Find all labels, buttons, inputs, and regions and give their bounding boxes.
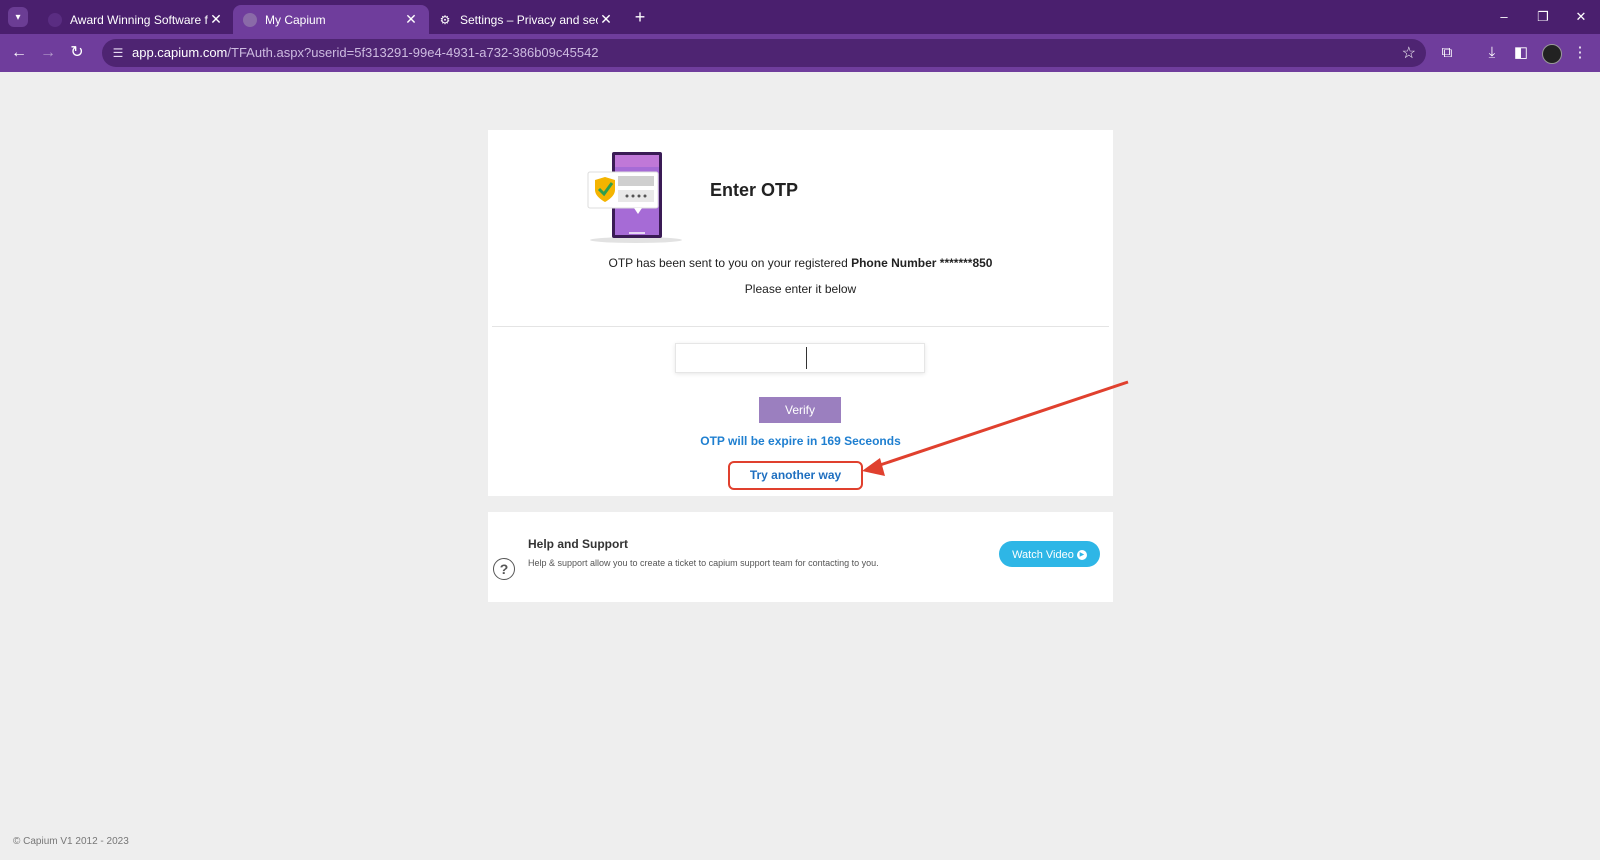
tab-my-capium[interactable]: My Capium ✕: [233, 5, 429, 34]
url-path: /TFAuth.aspx?userid=5f313291-99e4-4931-a…: [227, 45, 599, 60]
kebab-menu-icon[interactable]: ⋮: [1569, 42, 1591, 64]
browser-toolbar: ← → ↻ ☰ app.capium.com/TFAuth.aspx?useri…: [0, 34, 1600, 72]
address-bar[interactable]: ☰ app.capium.com/TFAuth.aspx?userid=5f31…: [102, 39, 1426, 67]
window-close-icon[interactable]: ✕: [1566, 6, 1596, 28]
profile-avatar[interactable]: [1542, 44, 1562, 64]
back-icon[interactable]: ←: [8, 42, 30, 64]
url-domain: app.capium.com: [132, 45, 228, 60]
masked-phone-number: Phone Number *******850: [851, 256, 993, 270]
otp-sent-message: OTP has been sent to you on your registe…: [488, 256, 1113, 270]
tab-title: Award Winning Software for Ac: [70, 12, 208, 27]
minimize-icon[interactable]: –: [1489, 6, 1519, 28]
otp-sent-prefix: OTP has been sent to you on your registe…: [608, 256, 852, 270]
extensions-icon[interactable]: ⧉: [1436, 42, 1458, 64]
copyright-footer: © Capium V1 2012 - 2023: [13, 836, 129, 847]
otp-card: Enter OTP OTP has been sent to you on yo…: [488, 130, 1113, 496]
download-icon[interactable]: ⤓: [1481, 42, 1503, 64]
tab-strip: ▾ Award Winning Software for Ac ✕ My Cap…: [0, 0, 1600, 34]
help-title: Help and Support: [528, 537, 628, 551]
side-panel-icon[interactable]: ◧: [1510, 42, 1532, 64]
verify-button[interactable]: Verify: [759, 397, 841, 423]
tab-search-icon[interactable]: ▾: [8, 7, 28, 27]
text-caret: [806, 347, 807, 369]
watch-video-label: Watch Video: [1012, 549, 1074, 561]
phone-otp-illustration: [587, 152, 682, 243]
page-title: Enter OTP: [710, 180, 799, 200]
help-description: Help & support allow you to create a tic…: [528, 558, 879, 568]
divider: [492, 326, 1109, 327]
play-icon: ▶: [1076, 550, 1087, 561]
otp-expiry-countdown: OTP will be expire in 169 Seceonds: [700, 434, 901, 448]
reload-icon[interactable]: ↻: [66, 42, 88, 64]
tab-title: My Capium: [265, 12, 326, 27]
otp-input[interactable]: [675, 343, 925, 373]
tab-title: Settings – Privacy and security: [460, 12, 598, 27]
help-question-icon: ?: [493, 558, 515, 580]
bookmark-star-icon[interactable]: ☆: [1402, 43, 1416, 63]
gear-icon: ⚙: [439, 12, 451, 27]
watch-video-button[interactable]: Watch Video ▶: [999, 541, 1100, 567]
try-another-way-link[interactable]: Try another way: [728, 461, 863, 490]
enter-instruction: Please enter it below: [744, 282, 857, 296]
site-info-icon[interactable]: ☰: [110, 45, 126, 61]
new-tab-button[interactable]: +: [628, 5, 652, 29]
restore-icon[interactable]: ❐: [1528, 6, 1558, 28]
tab-close-icon[interactable]: ✕: [598, 11, 614, 28]
tab-close-icon[interactable]: ✕: [403, 11, 419, 28]
capium-favicon-icon: [48, 12, 62, 27]
url-text[interactable]: app.capium.com/TFAuth.aspx?userid=5f3132…: [132, 45, 599, 60]
help-support-card: ? Help and Support Help & support allow …: [488, 512, 1113, 602]
forward-icon[interactable]: →: [37, 42, 59, 64]
globe-favicon-icon: [243, 12, 257, 27]
tab-close-icon[interactable]: ✕: [208, 11, 224, 28]
tab-award-winning[interactable]: Award Winning Software for Ac ✕: [38, 5, 234, 34]
tab-settings[interactable]: ⚙ Settings – Privacy and security ✕: [428, 5, 624, 34]
